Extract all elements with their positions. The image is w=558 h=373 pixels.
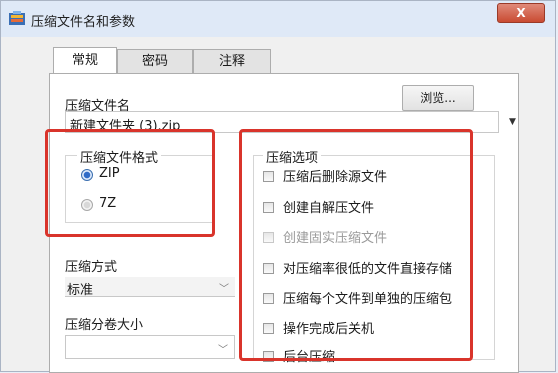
highlight-format-box <box>45 129 215 237</box>
chevron-down-icon: ﹀ <box>218 345 228 356</box>
archive-app-icon <box>9 11 25 25</box>
highlight-options-box <box>239 129 473 361</box>
archive-name-dropdown-icon[interactable]: ▼ <box>509 117 516 127</box>
method-select[interactable]: 标准 ﹀ <box>65 277 235 298</box>
close-icon: X <box>516 6 526 20</box>
method-value: 标准 <box>67 283 94 298</box>
tab-comment[interactable]: 注释 <box>193 49 271 73</box>
method-label: 压缩方式 <box>65 260 118 275</box>
title-bar[interactable]: 压缩文件名和参数 X <box>1 1 555 37</box>
volume-size-label: 压缩分卷大小 <box>65 318 144 333</box>
volume-size-select[interactable]: ﹀ <box>65 335 235 359</box>
tab-password[interactable]: 密码 <box>117 49 193 73</box>
close-button[interactable]: X <box>497 3 545 23</box>
tab-general[interactable]: 常规 <box>53 47 117 73</box>
window-title: 压缩文件名和参数 <box>31 15 136 30</box>
compress-dialog: 压缩文件名和参数 X 常规 密码 注释 压缩文件名 浏览... 新建文件夹 (3… <box>0 0 556 373</box>
browse-button[interactable]: 浏览... <box>402 85 474 111</box>
chevron-down-icon: ﹀ <box>219 284 229 295</box>
